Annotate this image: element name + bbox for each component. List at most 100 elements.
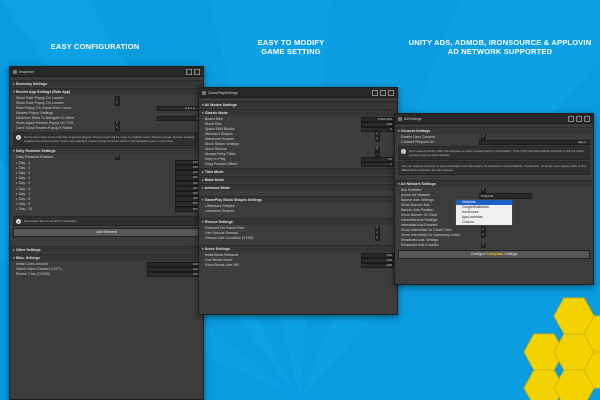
score-setting-field[interactable]: 100: [361, 262, 394, 269]
day-label: Day : 5: [16, 181, 175, 185]
info-icon: i: [16, 218, 21, 224]
days-help-text: Set reward item to all DAYS reminders: [24, 218, 77, 223]
daily-reward-day[interactable]: Day : 3200: [13, 170, 200, 176]
ad-network-option[interactable]: Custom: [456, 220, 512, 225]
interstitial-toggle-checkbox[interactable]: [480, 232, 486, 239]
daily-reward-day[interactable]: Day : 7400: [13, 191, 200, 197]
review-help-text: Set review count to the Number of games …: [24, 135, 195, 143]
rewarded-toggle-row: Rewarded Ads Enabled: [401, 242, 590, 249]
ad-settings-title: AdSettings: [404, 116, 422, 121]
review-option-checkbox[interactable]: [114, 100, 120, 107]
block-setting-label: Drag Position Offset: [205, 162, 238, 166]
section-advance-mode[interactable]: Advance Mode: [199, 184, 397, 191]
day-label: Day : 2: [16, 166, 175, 170]
enable-consent-checkbox[interactable]: [480, 134, 486, 141]
section-ad-network[interactable]: Ad Network Settings: [395, 180, 593, 187]
section-daily-rewards[interactable]: Daily Rewards Settings: [10, 147, 203, 154]
headline-ad-networks: UNITY ADS, ADMOB, IRONSOURCE & APPLOVIN …: [400, 38, 600, 56]
block-setting-field[interactable]: 1: [361, 161, 394, 168]
info-icon: i: [16, 135, 21, 140]
help-icon[interactable]: [372, 89, 378, 96]
day-label: Day : 1: [16, 161, 175, 165]
section-economy[interactable]: Economy Settings: [10, 80, 203, 87]
section-time-mode[interactable]: Time Mode: [199, 168, 397, 175]
score-setting-label: Extra Bonus Line MR: [205, 263, 239, 267]
section-score[interactable]: Score Settings: [199, 245, 397, 252]
headline-right-line2: AD NETWORK SUPPORTED: [447, 47, 553, 56]
inspector-titlebar: Inspector: [10, 67, 203, 77]
configure-network-name: UnityAds: [487, 252, 504, 256]
section-misc[interactable]: Misc. Settings: [10, 253, 203, 261]
section-review[interactable]: Review App Settings (Rate App): [10, 88, 203, 95]
section-classic-mode[interactable]: Classic Mode: [199, 109, 397, 116]
settings-asset-icon: [398, 116, 402, 121]
rescue-toggle-label: Rescue Use Condition (STAR): [205, 236, 254, 240]
daily-reward-day[interactable]: Day : 8450: [13, 196, 200, 202]
lock-icon[interactable]: [186, 68, 192, 75]
settings-icon[interactable]: [576, 115, 582, 122]
consent-help-text: Set consent privacy URL that appears on …: [409, 149, 584, 157]
inspector-window: Inspector Economy Settings Review App Se…: [9, 66, 204, 400]
day-label: Day : 7: [16, 192, 175, 196]
section-gameplay-shapes[interactable]: GamePlay Block Shapes Settings: [199, 196, 397, 203]
sub-advance-shapes[interactable]: Advance Shapes: [202, 209, 394, 214]
day-value-field[interactable]: 500: [175, 206, 200, 212]
section-blast-mode[interactable]: Blast Mode: [199, 176, 397, 183]
inspector-title: Inspector: [19, 69, 34, 74]
consent-url-label: Consent Request Url: [401, 140, 435, 144]
inspector-icon: [13, 69, 17, 74]
block-setting-row: Drag Position Offset 1: [205, 161, 394, 168]
ads-enabled-checkbox[interactable]: [480, 187, 486, 194]
info-icon: i: [401, 149, 406, 154]
daily-reward-day[interactable]: Day : 4250: [13, 175, 200, 181]
ad-settings-window: AdSettings Consent Settings Enable User …: [394, 113, 594, 285]
rewarded-toggle-checkbox[interactable]: [480, 242, 486, 249]
shape-toggle-checkbox[interactable]: [374, 136, 380, 143]
headline-mid-line1: EASY TO MODIFY: [257, 38, 325, 47]
gameplay-titlebar: GamePlaySettings: [199, 88, 397, 98]
section-consent[interactable]: Consent Settings: [395, 127, 593, 134]
advance-shapes-label: Advance Shapes: [206, 209, 234, 213]
honeycomb-decoration: [523, 297, 600, 400]
add-element-button[interactable]: Add Element: [13, 227, 200, 237]
misc-setting-field[interactable]: 200: [147, 271, 200, 278]
configure-network-button[interactable]: Configure UnityAds Settings: [398, 250, 590, 259]
configure-prefix: Configure: [470, 252, 487, 256]
misc-setting-row: Revive Cost (COINS) 200: [16, 271, 200, 278]
block-toggle-checkbox[interactable]: [374, 151, 380, 158]
menu-icon[interactable]: [194, 68, 200, 75]
settings-asset-icon: [202, 90, 206, 95]
rescue-toggle-checkbox[interactable]: [374, 235, 380, 242]
headline-easy-modify: EASY TO MODIFY GAME SETTING: [196, 38, 386, 56]
day-label: Day : 4: [16, 176, 175, 180]
daily-reward-day[interactable]: Day : 6350: [13, 185, 200, 192]
headline-easy-configuration: EASY CONFIGURATION: [50, 42, 140, 51]
section-rescue[interactable]: Rescue Settings: [199, 218, 397, 225]
review-option-checkbox[interactable]: [114, 125, 120, 132]
day-label: Day : 8: [16, 197, 175, 201]
section-other[interactable]: Other Settings: [10, 245, 203, 253]
ad-settings-titlebar: AdSettings: [395, 114, 593, 124]
daily-reward-day[interactable]: Day : 10500: [13, 206, 200, 212]
review-option-label: Don't Show Review Popup If Rated: [16, 126, 73, 130]
review-option-row: Don't Show Review Popup If Rated: [16, 125, 200, 132]
daily-reward-day[interactable]: Day : 9500: [13, 201, 200, 207]
day-label: Day : 9: [16, 202, 175, 206]
section-all-modes[interactable]: All Modes Settings: [199, 101, 397, 108]
review-option-field[interactable]: 4: [157, 115, 200, 122]
consent-url-row: Consent Request Url http://...: [398, 139, 590, 146]
menu-icon[interactable]: [584, 115, 590, 122]
menu-icon[interactable]: [388, 89, 394, 96]
settings-icon[interactable]: [380, 89, 386, 96]
consent-help-text-2: You can request consent on personalizati…: [401, 164, 586, 172]
daily-enabled-checkbox[interactable]: [114, 154, 120, 161]
days-help-box: i Set reward item to all DAYS reminders: [13, 215, 200, 226]
day-label: Day : 10: [16, 207, 175, 211]
daily-reward-day[interactable]: Day : 1100: [13, 159, 200, 166]
help-icon[interactable]: [568, 115, 574, 122]
daily-reward-day[interactable]: Day : 5300: [13, 180, 200, 187]
gameplay-title: GamePlaySettings: [208, 90, 238, 95]
daily-enabled-label: Daily Rewards Enabled: [16, 155, 54, 159]
daily-reward-day[interactable]: Day : 2150: [13, 165, 200, 171]
consent-url-field[interactable]: http://...: [479, 139, 590, 146]
